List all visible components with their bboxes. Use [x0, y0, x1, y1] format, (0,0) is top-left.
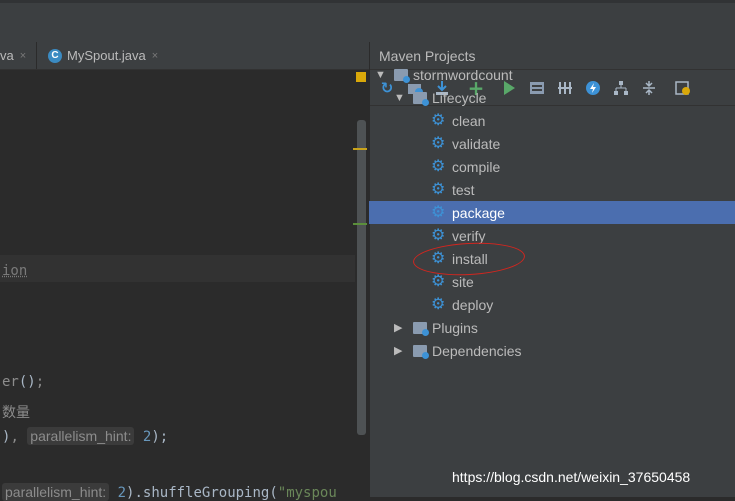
- goal-package[interactable]: ⚙ package: [369, 201, 735, 224]
- close-icon[interactable]: ×: [152, 50, 158, 62]
- gear-icon: ⚙: [431, 272, 446, 290]
- code-token: ,: [10, 429, 28, 445]
- goal-label: compile: [452, 158, 501, 175]
- java-class-icon: C: [48, 48, 62, 63]
- code-number: 2: [117, 485, 127, 501]
- code-token: );: [151, 429, 169, 445]
- maven-project-icon: [394, 68, 410, 83]
- goal-label: deploy: [452, 296, 494, 313]
- goal-test[interactable]: ⚙ test: [369, 178, 735, 201]
- editor-tab-bar: va × C MySpout.java ×: [0, 42, 369, 70]
- parameter-hint: parallelism_hint:: [2, 483, 110, 501]
- goal-label: test: [452, 181, 475, 198]
- tree-node-label: stormwordcount: [413, 66, 513, 83]
- code-line[interactable]: er();: [2, 374, 44, 390]
- tab-previous-file[interactable]: va ×: [0, 42, 37, 69]
- tree-node-label: Dependencies: [432, 342, 522, 359]
- close-icon[interactable]: ×: [20, 50, 26, 62]
- dependencies-folder-icon: [413, 344, 429, 359]
- title-strip: [0, 0, 735, 3]
- lifecycle-folder-icon: [413, 91, 429, 106]
- parameter-hint: parallelism_hint:: [27, 427, 135, 445]
- tree-node-lifecycle[interactable]: ▼ Lifecycle: [369, 86, 735, 109]
- code-line[interactable]: ion: [2, 263, 27, 279]
- change-marker[interactable]: [353, 148, 367, 150]
- code-comment[interactable]: 数量: [2, 402, 30, 422]
- tab-myspout-java[interactable]: C MySpout.java ×: [40, 42, 181, 69]
- expand-arrow-icon[interactable]: ▼: [394, 92, 405, 104]
- gear-icon: ⚙: [431, 203, 446, 221]
- gear-icon: ⚙: [431, 111, 446, 129]
- code-token: er: [2, 374, 19, 390]
- goal-deploy[interactable]: ⚙ deploy: [369, 293, 735, 316]
- tree-node-label: Lifecycle: [432, 89, 487, 106]
- change-marker[interactable]: [353, 223, 367, 225]
- tree-node-plugins[interactable]: ▶ Plugins: [369, 316, 735, 339]
- goal-label: validate: [452, 135, 501, 152]
- expand-arrow-icon[interactable]: ▶: [394, 344, 404, 357]
- expand-arrow-icon[interactable]: ▶: [394, 321, 404, 334]
- goal-compile[interactable]: ⚙ compile: [369, 155, 735, 178]
- goal-label: site: [452, 273, 474, 290]
- title-bar: [0, 0, 735, 43]
- gear-icon: ⚙: [431, 226, 446, 244]
- goal-label: verify: [452, 227, 486, 244]
- warning-marker-icon[interactable]: [356, 72, 366, 82]
- tab-bar-filler: [180, 42, 369, 69]
- code-token: (): [18, 374, 36, 390]
- code-line[interactable]: parallelism_hint: 2).shuffleGrouping("my…: [2, 483, 337, 501]
- tab-label: va: [0, 48, 14, 63]
- gear-icon: ⚙: [431, 134, 446, 152]
- goal-validate[interactable]: ⚙ validate: [369, 132, 735, 155]
- watermark: https://blog.csdn.net/weixin_37650458: [452, 469, 691, 485]
- code-token: ;: [35, 374, 45, 390]
- current-line-highlight: [0, 255, 355, 282]
- expand-arrow-icon[interactable]: ▼: [375, 69, 386, 81]
- editor-scrollbar[interactable]: [357, 120, 366, 435]
- code-line[interactable]: ), parallelism_hint: 2);: [2, 427, 169, 445]
- goal-site[interactable]: ⚙ site: [369, 270, 735, 293]
- gear-icon: ⚙: [431, 295, 446, 313]
- gear-icon: ⚙: [431, 180, 446, 198]
- tab-label: MySpout.java: [67, 48, 146, 63]
- goal-verify[interactable]: ⚙ verify: [369, 224, 735, 247]
- code-string: "myspou: [277, 485, 337, 501]
- tree-node-dependencies[interactable]: ▶ Dependencies: [369, 339, 735, 362]
- plugins-folder-icon: [413, 321, 429, 336]
- code-token: ).shuffleGrouping(: [126, 485, 278, 501]
- goal-label: package: [452, 204, 505, 221]
- tree-node-label: Plugins: [432, 319, 478, 336]
- goal-label: clean: [452, 112, 486, 129]
- goal-clean[interactable]: ⚙ clean: [369, 109, 735, 132]
- gear-icon: ⚙: [431, 157, 446, 175]
- tree-node-project[interactable]: ▼ stormwordcount: [369, 63, 735, 86]
